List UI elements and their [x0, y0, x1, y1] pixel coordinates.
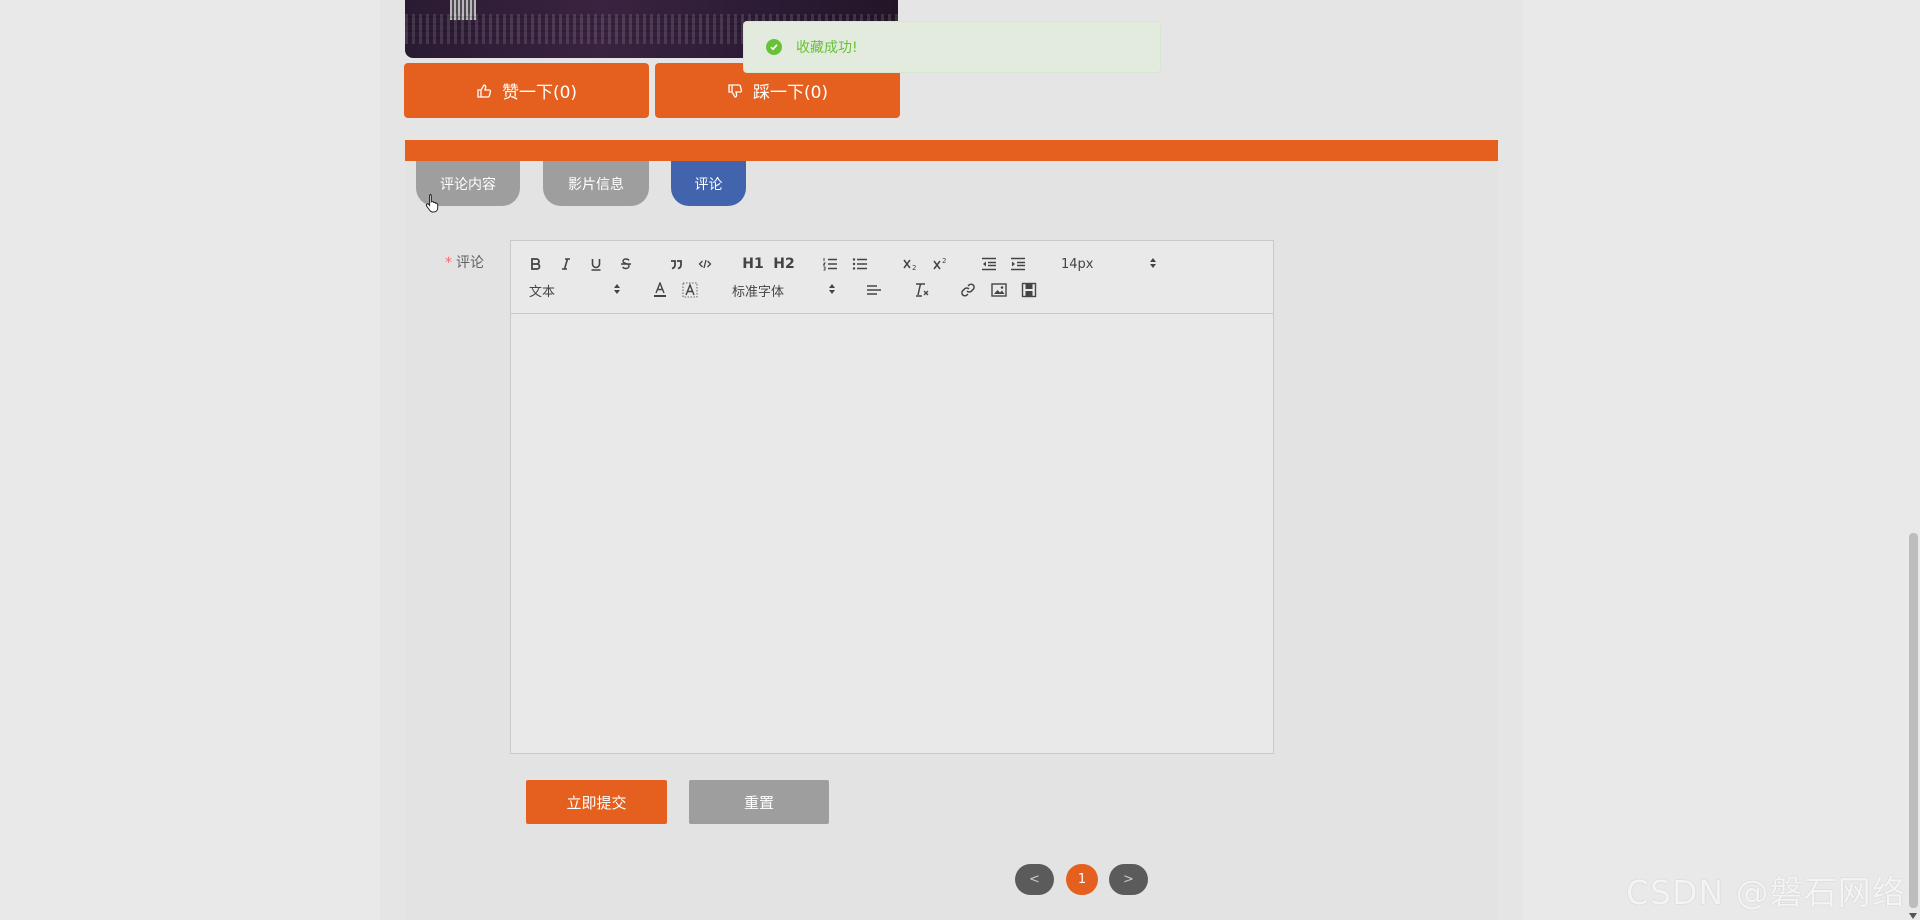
blockquote-icon[interactable] [665, 254, 687, 274]
video-icon[interactable] [1018, 280, 1040, 300]
indent-icon[interactable] [1007, 254, 1029, 274]
subscript-icon[interactable]: 2 [899, 254, 921, 274]
editor-toolbar: H1 H2 2 2 14px 文本 标准字体 [511, 241, 1273, 314]
pagination-next-button[interactable]: > [1109, 864, 1148, 895]
font-size-select[interactable]: 14px [1061, 254, 1157, 274]
strikethrough-icon[interactable] [615, 254, 637, 274]
italic-icon[interactable] [555, 254, 577, 274]
scroll-down-arrow-icon[interactable] [1909, 904, 1917, 920]
font-color-icon[interactable] [649, 280, 671, 300]
watermark-text: CSDN @磐石网络 [1626, 873, 1906, 912]
header-2-icon[interactable]: H2 [771, 254, 797, 274]
ordered-list-icon[interactable] [819, 254, 841, 274]
header-format-select[interactable]: 文本 [529, 280, 621, 300]
section-divider-bar [405, 140, 1498, 161]
outdent-icon[interactable] [978, 254, 1000, 274]
superscript-icon[interactable]: 2 [929, 254, 951, 274]
select-arrows-icon [828, 282, 836, 300]
bullet-list-icon[interactable] [849, 254, 871, 274]
hand-cursor-icon [425, 193, 441, 217]
font-family-select[interactable]: 标准字体 [732, 280, 836, 300]
code-block-icon[interactable] [694, 254, 716, 274]
comment-field-label: * 评论 [445, 255, 484, 271]
svg-text:2: 2 [942, 257, 946, 265]
svg-text:2: 2 [912, 264, 916, 271]
tab-comment[interactable]: 评论 [671, 161, 746, 206]
bold-icon[interactable] [525, 254, 547, 274]
scrollbar-thumb[interactable] [1909, 533, 1918, 908]
like-button[interactable]: 赞一下(0) [404, 63, 649, 118]
image-icon[interactable] [988, 280, 1010, 300]
required-mark: * [445, 255, 452, 271]
select-arrows-icon [1149, 256, 1157, 274]
thumbs-up-icon [476, 83, 492, 99]
thumbs-down-icon [727, 83, 743, 99]
tab-movie-info[interactable]: 影片信息 [543, 161, 649, 206]
dislike-label: 踩一下(0) [752, 83, 829, 103]
tab-label: 评论内容 [440, 176, 496, 193]
pagination-prev-button[interactable]: < [1015, 864, 1054, 895]
clear-format-icon[interactable] [911, 280, 933, 300]
align-left-icon[interactable] [863, 280, 885, 300]
comment-editor-area[interactable] [511, 314, 1273, 753]
success-check-icon [766, 39, 782, 55]
pagination-page-1[interactable]: 1 [1066, 864, 1098, 895]
page-background [0, 0, 380, 920]
underline-icon[interactable] [585, 254, 607, 274]
tab-label: 影片信息 [568, 176, 624, 193]
background-color-icon[interactable] [679, 280, 701, 300]
toast-message: 收藏成功! [796, 40, 858, 56]
tab-label: 评论 [694, 176, 723, 193]
rich-text-editor: H1 H2 2 2 14px 文本 标准字体 [510, 240, 1274, 754]
header-1-icon[interactable]: H1 [740, 254, 766, 274]
like-label: 赞一下(0) [501, 83, 578, 103]
reset-button[interactable]: 重置 [689, 780, 829, 824]
link-icon[interactable] [957, 280, 979, 300]
submit-button[interactable]: 立即提交 [526, 780, 667, 824]
select-arrows-icon [613, 282, 621, 300]
success-toast: 收藏成功! [743, 21, 1161, 73]
page-scrollbar[interactable] [1906, 0, 1920, 920]
